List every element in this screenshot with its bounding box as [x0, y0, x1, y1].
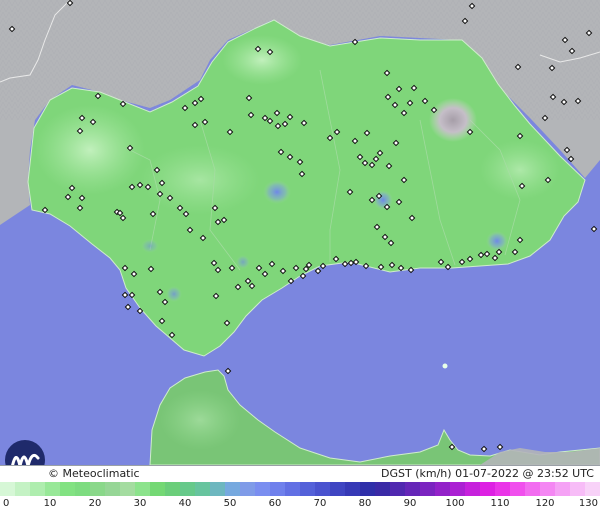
color-scale-step	[0, 482, 15, 496]
color-scale-tick-label: 40	[178, 498, 192, 509]
color-scale-step	[315, 482, 330, 496]
color-scale-step	[525, 482, 540, 496]
color-scale-step	[585, 482, 600, 496]
color-scale-step	[420, 482, 435, 496]
gust-spot-4	[166, 286, 182, 302]
color-scale-step	[90, 482, 105, 496]
alboran-island	[442, 363, 448, 369]
color-scale-step	[375, 482, 390, 496]
color-scale-step	[450, 482, 465, 496]
color-scale-tick-label: 120	[535, 498, 555, 509]
color-scale-step	[210, 482, 225, 496]
color-scale-tick-label: 90	[403, 498, 417, 509]
color-scale-step	[105, 482, 120, 496]
calm-area-west	[35, 105, 145, 195]
color-scale-step	[165, 482, 180, 496]
color-scale-step	[195, 482, 210, 496]
color-scale-tick-label: 70	[313, 498, 327, 509]
color-scale-step	[150, 482, 165, 496]
color-scale-step	[540, 482, 555, 496]
color-scale-ticks: 0 10 20 30 40 50 60 70 80 90 100 110 120 130	[0, 497, 600, 515]
color-scale-step	[345, 482, 360, 496]
color-scale-step	[270, 482, 285, 496]
color-scale-step	[180, 482, 195, 496]
color-scale-step	[300, 482, 315, 496]
color-scale-tick-label: 60	[268, 498, 282, 509]
color-scale-tick-label: 100	[445, 498, 465, 509]
calm-area-center	[140, 145, 260, 215]
color-scale-step	[120, 482, 135, 496]
color-scale-step	[60, 482, 75, 496]
color-scale-step	[30, 482, 45, 496]
color-scale-step	[45, 482, 60, 496]
color-scale-step	[510, 482, 525, 496]
product-timestamp-label: DGST (km/h) 01-07-2022 @ 23:52 UTC	[381, 467, 594, 480]
color-scale-tick-label: 30	[133, 498, 147, 509]
color-scale-tick-label: 10	[43, 498, 57, 509]
color-scale-step	[255, 482, 270, 496]
color-scale-step	[435, 482, 450, 496]
color-scale-step	[405, 482, 420, 496]
color-scale-step	[570, 482, 585, 496]
color-scale-step	[15, 482, 30, 496]
gust-spot-3	[486, 231, 508, 251]
color-scale-step	[360, 482, 375, 496]
color-scale-tick-label: 110	[490, 498, 510, 509]
color-scale-step	[285, 482, 300, 496]
caption-bar: © Meteoclimatic DGST (km/h) 01-07-2022 @…	[0, 465, 600, 482]
color-scale-tick-label: 80	[358, 498, 372, 509]
color-scale-step	[135, 482, 150, 496]
gust-spot-6	[141, 239, 159, 253]
color-scale-step	[240, 482, 255, 496]
color-scale-tick-label: 130	[578, 498, 598, 509]
brand-label: © Meteoclimatic	[48, 467, 140, 480]
gust-spot-1	[263, 180, 291, 204]
color-scale-step	[330, 482, 345, 496]
sierra-nevada-high-area	[429, 98, 477, 142]
color-scale-step	[75, 482, 90, 496]
color-scale-tick-label: 20	[88, 498, 102, 509]
color-scale-step	[495, 482, 510, 496]
calm-area-north	[222, 35, 302, 85]
north-africa-calm	[160, 390, 240, 450]
calm-area-east	[480, 140, 560, 200]
color-scale-step	[465, 482, 480, 496]
map-canvas	[0, 0, 600, 465]
color-scale-tick-label: 0	[3, 498, 10, 509]
color-scale-step	[390, 482, 405, 496]
color-scale-step	[480, 482, 495, 496]
color-scale-tick-label: 50	[223, 498, 237, 509]
color-scale-bar	[0, 482, 600, 496]
gust-spot-5	[236, 255, 250, 269]
color-scale-step	[555, 482, 570, 496]
wind-gust-map: © Meteoclimatic DGST (km/h) 01-07-2022 @…	[0, 0, 600, 517]
color-scale-step	[225, 482, 240, 496]
